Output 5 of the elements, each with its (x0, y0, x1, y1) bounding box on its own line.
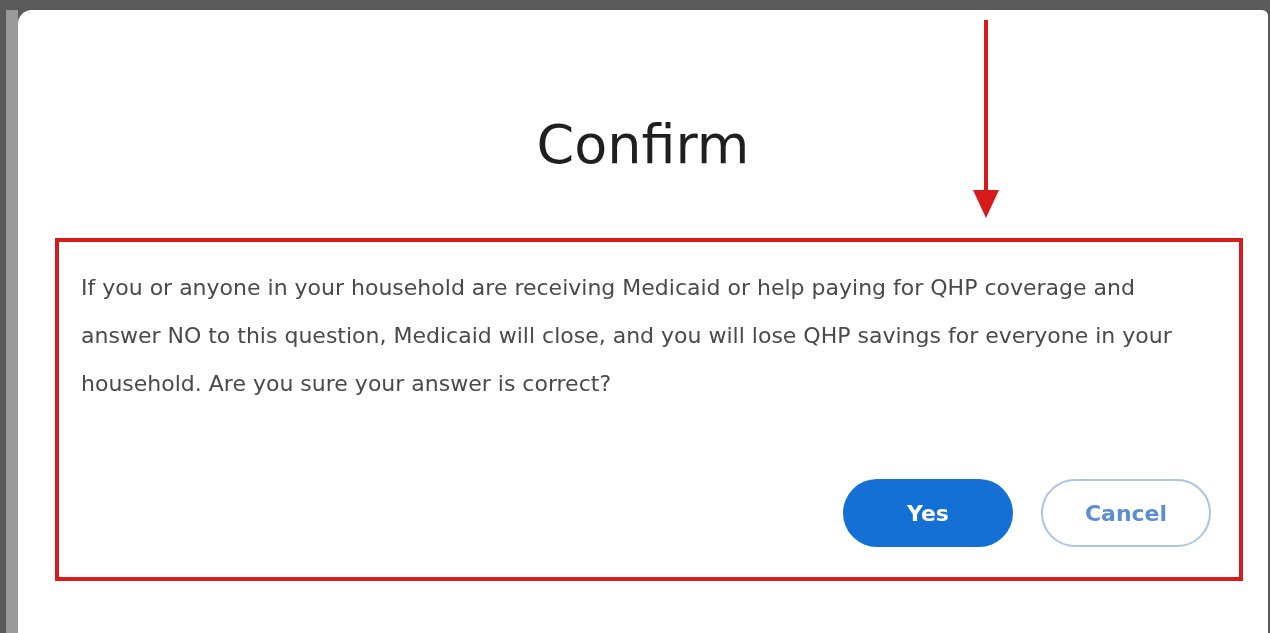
arrow-icon (973, 20, 999, 218)
cancel-button[interactable]: Cancel (1041, 479, 1211, 547)
dialog-title: Confirm (536, 112, 750, 178)
dialog-message: If you or anyone in your household are receiving Medicaid or help paying for QHP coverage and answer NO to this question, Medicaid will close, and you will lose QHP savings for everyone in your household. Are you sure your answer is correct? (81, 274, 1173, 398)
yes-button[interactable]: Yes (843, 479, 1013, 547)
